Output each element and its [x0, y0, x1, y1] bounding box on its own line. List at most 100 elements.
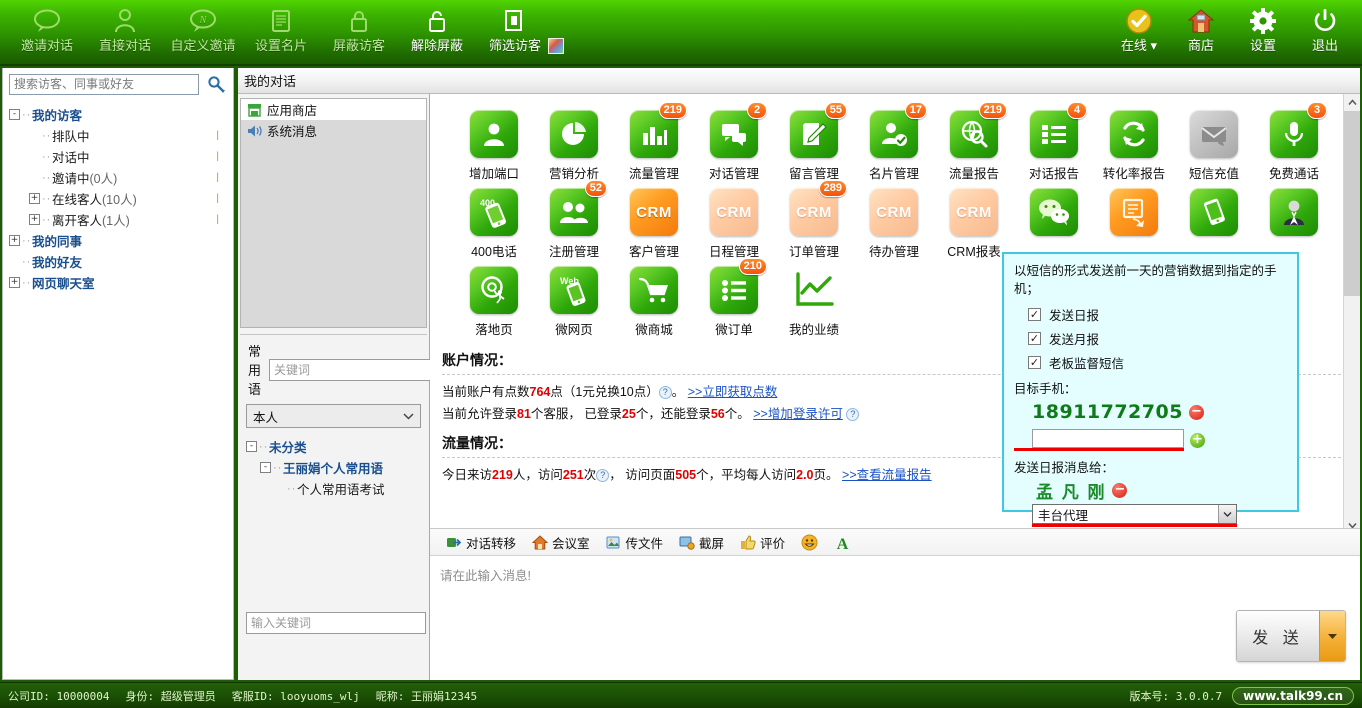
app-tile[interactable]: 短信充值	[1174, 104, 1254, 182]
chat-toolbar-button[interactable]: 评价	[734, 531, 791, 553]
add-license-link[interactable]: >>增加登录许可	[753, 407, 843, 421]
app-tile[interactable]: CRM 289 订单管理	[774, 180, 854, 260]
app-tile[interactable]	[1174, 182, 1254, 260]
app-tile[interactable]: Web 微网页	[534, 260, 614, 338]
toolbar-settings[interactable]: 设置	[1232, 0, 1294, 62]
font-A-icon: A	[834, 534, 851, 551]
toolbar-invite-chat[interactable]: 邀请对话	[8, 0, 86, 62]
app-tile[interactable]: 55 留言管理	[774, 102, 854, 182]
app-tile[interactable]: 400 400电话	[454, 182, 534, 260]
app-tile[interactable]	[1094, 182, 1174, 260]
tooltip-checkbox-row[interactable]: ✓ 老板监督短信	[1014, 350, 1287, 374]
tree-item[interactable]: + ·· 我的同事	[9, 230, 233, 251]
app-tile[interactable]: CRM 客户管理	[614, 182, 694, 260]
app-tile[interactable]: CRM CRM报表	[934, 182, 1014, 260]
app-tile[interactable]: 营销分析	[534, 104, 614, 182]
tree-item[interactable]: + ·· 网页聊天室	[9, 272, 233, 293]
tree-item[interactable]: ·· 对话中 |	[9, 146, 233, 167]
app-tile[interactable]: CRM 日程管理	[694, 182, 774, 260]
list-item-system-message[interactable]: 系统消息	[241, 120, 426, 141]
toolbar-exit[interactable]: 退出	[1294, 0, 1356, 62]
font-style-button[interactable]: A	[828, 531, 857, 553]
app-tile[interactable]: 219 流量管理	[614, 102, 694, 182]
emoji-button[interactable]	[795, 531, 824, 553]
toolbar-status-online[interactable]: 在线 ▾	[1108, 0, 1170, 62]
checkbox[interactable]: ✓	[1028, 355, 1041, 369]
phrase-bottom-keyword-input[interactable]	[246, 612, 426, 634]
app-tile[interactable]: 210 微订单	[694, 258, 774, 338]
vertical-scrollbar[interactable]	[1343, 94, 1360, 534]
toolbar-direct-chat[interactable]: 直接对话	[86, 0, 164, 62]
remove-circle-icon[interactable]: −	[1112, 482, 1128, 498]
tree-item[interactable]: + ·· 在线客人 (10人) |	[9, 188, 233, 209]
add-circle-icon[interactable]: +	[1190, 432, 1205, 448]
traffic-report-link[interactable]: >>查看流量报告	[842, 468, 932, 482]
collapse-toggle-icon[interactable]: -	[260, 462, 271, 473]
color-palette-icon[interactable]	[548, 38, 564, 54]
phrase-tree-item[interactable]: ·· 个人常用语考试	[246, 478, 427, 499]
app-tile[interactable]: 3 免费通话	[1254, 102, 1334, 182]
chat-input-area[interactable]: 请在此输入消息!	[430, 557, 1360, 680]
expand-toggle-icon[interactable]: +	[9, 235, 20, 246]
chevron-up-icon[interactable]	[1344, 94, 1360, 111]
tooltip-checkbox-row[interactable]: ✓ 发送月报	[1014, 326, 1287, 350]
tooltip-checkbox-row[interactable]: ✓ 发送日报	[1014, 302, 1287, 326]
toolbar-filter-visitor[interactable]: 筛选访客	[476, 0, 554, 62]
search-input[interactable]	[9, 73, 199, 95]
chat-toolbar-button[interactable]: 会议室	[526, 531, 596, 553]
expand-toggle-icon[interactable]: +	[9, 277, 20, 288]
app-tile[interactable]: 我的业绩	[774, 260, 854, 338]
phrase-tree-item[interactable]: - ·· 王丽娟个人常用语	[246, 457, 427, 478]
caret-down-icon[interactable]	[1319, 611, 1345, 661]
toolbar-shop[interactable]: 商店	[1170, 0, 1232, 62]
app-tile[interactable]: CRM 待办管理	[854, 182, 934, 260]
chat-toolbar-button[interactable]: 传文件	[600, 531, 670, 553]
phone-input[interactable]	[1032, 429, 1184, 448]
help-icon[interactable]: ?	[596, 469, 610, 483]
app-tile[interactable]	[1254, 182, 1334, 260]
tree-item[interactable]: ·· 邀请中 (0人) |	[9, 167, 233, 188]
checkbox[interactable]: ✓	[1028, 307, 1041, 321]
collapse-toggle-icon[interactable]: -	[9, 109, 20, 120]
app-tile[interactable]: 转化率报告	[1094, 104, 1174, 182]
get-points-link[interactable]: >>立即获取点数	[688, 385, 778, 399]
agent-select[interactable]: 丰台代理	[1032, 504, 1237, 524]
help-icon[interactable]: ?	[658, 386, 672, 400]
magnifier-icon[interactable]	[203, 73, 229, 95]
toolbar-unblock[interactable]: 解除屏蔽	[398, 0, 476, 62]
toolbar-custom-invite[interactable]: N 自定义邀请	[164, 0, 242, 62]
app-tile[interactable]: 2 对话管理	[694, 102, 774, 182]
status-website-link[interactable]: www.talk99.cn	[1232, 686, 1354, 705]
phrase-owner-select[interactable]: 本人	[246, 404, 421, 428]
app-tile[interactable]: 219 流量报告	[934, 102, 1014, 182]
collapse-toggle-icon[interactable]: -	[246, 441, 257, 452]
remove-circle-icon[interactable]: −	[1188, 404, 1204, 420]
app-tile[interactable]: 微商城	[614, 260, 694, 338]
checkbox[interactable]: ✓	[1028, 331, 1041, 345]
app-tile[interactable]: 17 名片管理	[854, 102, 934, 182]
chat-toolbar-button[interactable]: 对话转移	[440, 531, 522, 553]
toolbar-block-visitor[interactable]: 屏蔽访客	[320, 0, 398, 62]
phrase-tree-item[interactable]: - ·· 未分类	[246, 436, 427, 457]
toolbar-set-card[interactable]: 设置名片	[242, 0, 320, 62]
tree-connector: ··	[22, 276, 32, 289]
help-icon[interactable]: ?	[846, 408, 860, 422]
app-tile[interactable]	[1014, 182, 1094, 260]
app-tile[interactable]: 增加端口	[454, 104, 534, 182]
list-item-app-store[interactable]: 应用商店	[241, 99, 426, 120]
chat-toolbar-button[interactable]: 截屏	[673, 531, 730, 553]
tree-item[interactable]: - ·· 我的访客	[9, 104, 233, 125]
tree-item[interactable]: ·· 我的好友	[9, 251, 233, 272]
crm-text-label: CRM	[716, 203, 752, 221]
tree-item[interactable]: ·· 排队中 |	[9, 125, 233, 146]
app-tile[interactable]: 落地页	[454, 260, 534, 338]
app-tile[interactable]: 52 注册管理	[534, 180, 614, 260]
send-button[interactable]: 发 送	[1236, 610, 1346, 662]
tree-item[interactable]: + ·· 离开客人 (1人) |	[9, 209, 233, 230]
phrase-keyword-input[interactable]	[269, 358, 435, 381]
app-tile[interactable]: 4 对话报告	[1014, 102, 1094, 182]
expand-toggle-icon[interactable]: +	[29, 193, 40, 204]
tree-connector: ··	[259, 440, 269, 453]
scrollbar-thumb[interactable]	[1344, 111, 1360, 296]
expand-toggle-icon[interactable]: +	[29, 214, 40, 225]
